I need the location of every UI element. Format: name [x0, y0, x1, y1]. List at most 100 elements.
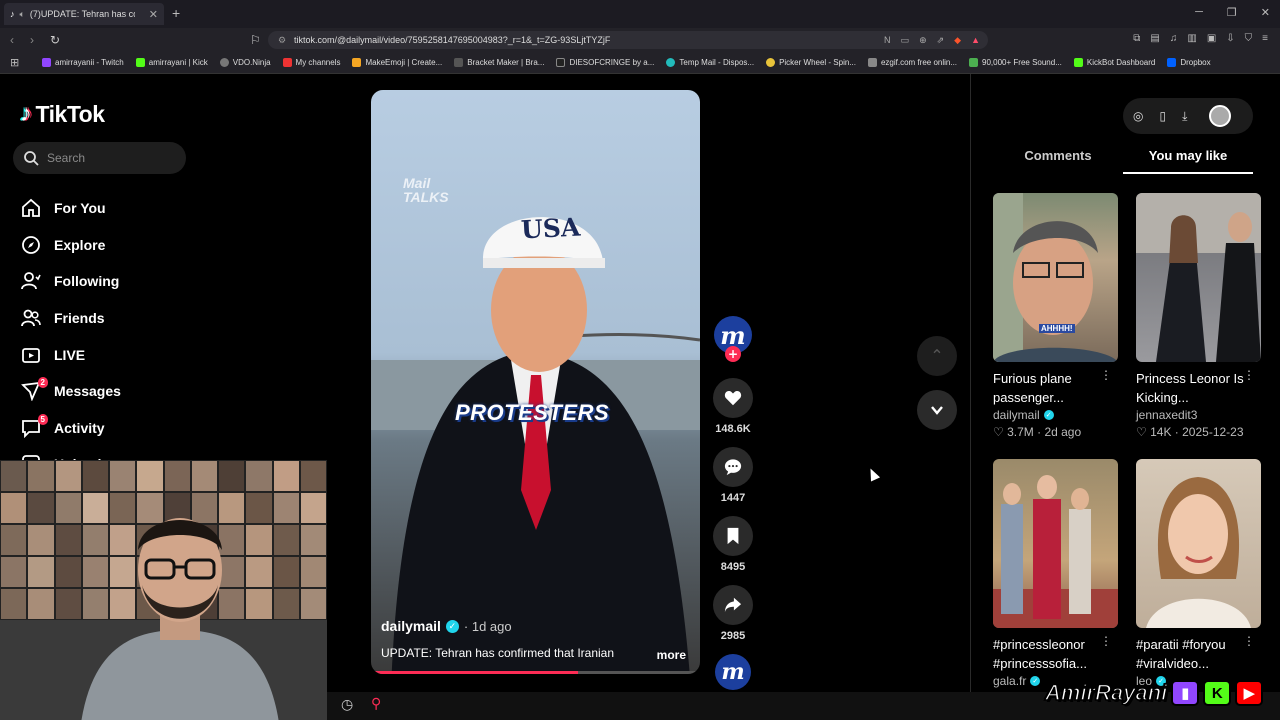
sidebar-item-friends[interactable]: Friends: [20, 300, 121, 337]
card-title[interactable]: #princessleonor #princesssofia...: [993, 635, 1103, 673]
minimize-icon[interactable]: ─: [1195, 6, 1203, 19]
wallet-icon[interactable]: ▣: [1207, 33, 1216, 44]
cast-icon[interactable]: ▭: [901, 31, 910, 49]
back-icon[interactable]: ‹: [10, 33, 14, 47]
save-button[interactable]: [713, 516, 753, 556]
save-count: 8495: [720, 561, 746, 573]
next-video-button[interactable]: [917, 390, 957, 430]
new-tab-button[interactable]: +: [172, 5, 180, 21]
card-title[interactable]: Princess Leonor Is Kicking...: [1136, 369, 1246, 407]
music-icon[interactable]: ♫: [1170, 33, 1178, 44]
sidebar-item-activity[interactable]: 5 Activity: [20, 410, 121, 447]
card-title[interactable]: #paratii #foryou #viralvideo...: [1136, 635, 1246, 673]
card-menu-icon[interactable]: ⋮: [1100, 634, 1112, 648]
bookmark-icon[interactable]: ⚐: [250, 33, 261, 47]
share-icon[interactable]: ⇗: [937, 31, 945, 49]
device-icon[interactable]: ▯: [1159, 109, 1166, 123]
recommended-card[interactable]: #princessleonor #princesssofia... ⋮ gala…: [993, 459, 1118, 688]
video-author-row[interactable]: dailymail ✓ · 1d ago: [381, 618, 512, 634]
sidebar-item-following[interactable]: Following: [20, 263, 121, 300]
thumbnail-art: [1136, 193, 1261, 362]
close-tab-icon[interactable]: ✕: [149, 8, 158, 21]
sidebar-item-explore[interactable]: Explore: [20, 227, 121, 264]
previous-video-button[interactable]: ⌃: [917, 336, 957, 376]
zoom-icon[interactable]: ⊕: [919, 31, 927, 49]
browser-nav-bar: ‹ › ↻ ⚐ ⚙ tiktok.com/@dailymail/video/75…: [0, 28, 1280, 52]
downloads-icon[interactable]: ⇩: [1226, 33, 1234, 44]
vpn-icon[interactable]: ⛉: [1245, 33, 1253, 44]
bookmark-item[interactable]: MakeEmoji | Create...: [346, 58, 448, 67]
restore-icon[interactable]: ❐: [1227, 6, 1237, 19]
follow-plus-icon[interactable]: +: [725, 346, 741, 362]
brave-rewards-icon[interactable]: ▲: [971, 31, 980, 49]
bookmark-item[interactable]: 90,000+ Free Sound...: [963, 58, 1068, 67]
recommended-card[interactable]: AHHHH! Furious plane passenger... ⋮ dail…: [993, 193, 1118, 439]
card-menu-icon[interactable]: ⋮: [1243, 634, 1255, 648]
bookmark-item[interactable]: Picker Wheel - Spin...: [760, 58, 862, 67]
bookmark-item[interactable]: ezgif.com free onlin...: [862, 58, 963, 67]
bookmark-item[interactable]: amirrayanii - Twitch: [36, 58, 130, 67]
bookmark-item[interactable]: amirrayani | Kick: [130, 58, 214, 67]
reader-icon[interactable]: ▤: [1150, 33, 1159, 44]
bookmark-save-icon: [727, 527, 739, 545]
recommended-card[interactable]: Princess Leonor Is Kicking... ⋮ jennaxed…: [1136, 193, 1261, 439]
card-author-row[interactable]: dailymail ✓: [993, 408, 1118, 422]
coins-icon[interactable]: ◎: [1133, 109, 1143, 123]
video-author[interactable]: dailymail: [381, 618, 441, 634]
bookmark-item[interactable]: KickBot Dashboard: [1068, 58, 1161, 67]
sidebar-item-messages[interactable]: 2 Messages: [20, 373, 121, 410]
card-thumbnail[interactable]: [993, 459, 1118, 628]
recommended-card[interactable]: #paratii #foryou #viralvideo... ⋮ leo ✓: [1136, 459, 1261, 688]
author-avatar[interactable]: m +: [714, 316, 752, 362]
video-progress-bar[interactable]: [371, 671, 700, 674]
url-text: tiktok.com/@dailymail/video/759525814769…: [294, 35, 611, 45]
card-thumbnail[interactable]: [1136, 459, 1261, 628]
video-player[interactable]: Mail TALKS USA PROTESTERS dailymail ✓ · 1…: [371, 90, 700, 674]
brave-shield-icon[interactable]: ◆: [954, 31, 961, 49]
audio-icon[interactable]: 🔈︎: [20, 9, 25, 20]
card-title[interactable]: Furious plane passenger...: [993, 369, 1103, 407]
menu-icon[interactable]: ≡: [1262, 33, 1268, 44]
extensions-icon[interactable]: ⧉: [1133, 33, 1140, 44]
card-thumbnail[interactable]: AHHHH!: [993, 193, 1118, 362]
profile-avatar[interactable]: [1209, 105, 1232, 127]
sidebar-item-for-you[interactable]: For You: [20, 190, 121, 227]
music-disc-avatar[interactable]: m: [715, 654, 751, 690]
tab-you-may-like[interactable]: You may like: [1123, 138, 1253, 174]
tiktok-logo[interactable]: ♪ TikTok: [20, 100, 105, 128]
location-pin-icon[interactable]: ⚲: [371, 695, 381, 712]
sidebar-item-live[interactable]: LIVE: [20, 336, 121, 373]
overlay-tool-icon[interactable]: ◷: [341, 696, 353, 713]
site-info-icon[interactable]: ⚙: [278, 31, 286, 49]
card-author-row[interactable]: jennaxedit3: [1136, 408, 1261, 422]
mail-talks-watermark: Mail TALKS: [403, 175, 449, 205]
bookmark-item[interactable]: Bracket Maker | Bra...: [448, 58, 550, 67]
address-bar[interactable]: ⚙ tiktok.com/@dailymail/video/7595258147…: [268, 31, 988, 49]
share-button[interactable]: [713, 585, 753, 625]
sidebar-icon[interactable]: ▥: [1187, 33, 1196, 44]
apps-grid-icon[interactable]: ⊞: [10, 56, 19, 69]
browser-tab[interactable]: ♪ 🔈︎ (7)UPDATE: Tehran has confi ✕: [4, 3, 164, 25]
card-menu-icon[interactable]: ⋮: [1100, 368, 1112, 382]
like-button[interactable]: [713, 378, 753, 418]
forward-icon[interactable]: ›: [30, 33, 34, 47]
search-input[interactable]: Search: [13, 142, 186, 174]
more-button[interactable]: more: [657, 648, 686, 662]
twitch-icon: ▮: [1171, 680, 1200, 706]
bookmark-item[interactable]: Dropbox: [1161, 58, 1216, 67]
bookmark-item[interactable]: Temp Mail - Dispos...: [660, 58, 760, 67]
bookmark-item[interactable]: My channels: [277, 58, 347, 67]
search-placeholder: Search: [47, 151, 86, 165]
bookmark-item[interactable]: DIESOFCRINGE by a...: [550, 58, 660, 67]
close-window-icon[interactable]: ✕: [1261, 6, 1270, 19]
live-icon: [20, 344, 42, 366]
translate-icon[interactable]: N: [884, 31, 891, 49]
download-icon[interactable]: ⤓: [1182, 109, 1187, 124]
card-menu-icon[interactable]: ⋮: [1243, 368, 1255, 382]
reload-icon[interactable]: ↻: [50, 33, 60, 47]
video-actions: m + 148.6K 1447 8495 2985 m: [713, 316, 753, 690]
card-thumbnail[interactable]: [1136, 193, 1261, 362]
comment-button[interactable]: [713, 447, 753, 487]
bookmark-item[interactable]: VDO.Ninja: [214, 58, 277, 67]
tab-comments[interactable]: Comments: [993, 138, 1123, 174]
